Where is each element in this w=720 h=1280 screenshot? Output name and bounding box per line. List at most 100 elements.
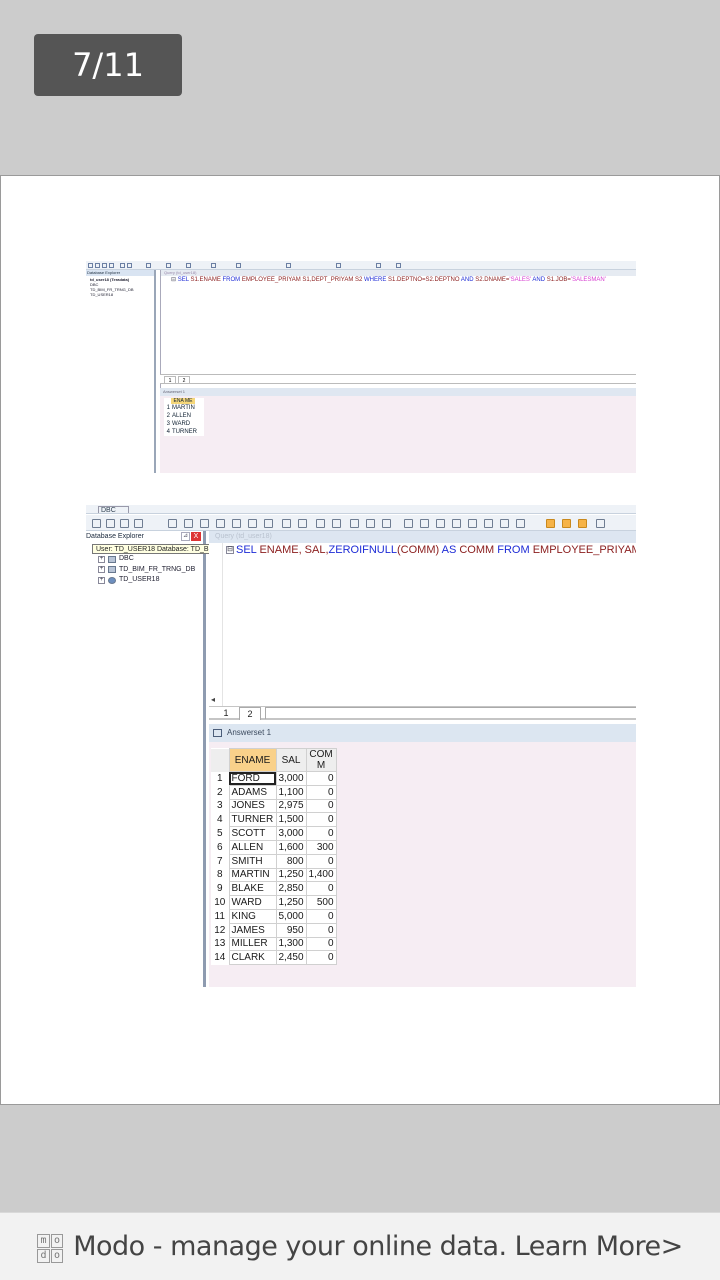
toolbar-icon[interactable]	[134, 519, 143, 528]
result-grid[interactable]: ENA ME 1 MARTIN 2 ALLEN 3 WARD 4 TURNER	[164, 398, 204, 436]
toolbar-icon[interactable]	[200, 519, 209, 528]
cell-ename[interactable]: CLARK	[228, 950, 277, 966]
expand-icon[interactable]: +	[98, 555, 105, 563]
tree-item[interactable]: TD_USER18	[88, 292, 154, 297]
cell-comm[interactable]: 0	[305, 784, 337, 800]
cell-comm[interactable]: 500	[305, 895, 337, 910]
toolbar-icon[interactable]	[168, 519, 177, 528]
toolbar-icon[interactable]	[436, 519, 445, 528]
cell-comm[interactable]: 0	[305, 922, 337, 938]
sql-editor[interactable]: SEL ENAME, SAL,ZEROIFNULL(COMM) AS COMM …	[236, 544, 636, 557]
cell-sal[interactable]: 1,300	[275, 936, 307, 952]
table-row[interactable]: 3 WARD	[164, 420, 204, 428]
table-row[interactable]: 1 MARTIN	[164, 404, 204, 412]
cell-ename[interactable]: MILLER	[228, 936, 277, 952]
query-window[interactable]: Query (td_user18) ⊟ SEL S1.ENAME FROM EM…	[160, 270, 636, 390]
cell-sal[interactable]: 800	[275, 853, 307, 869]
dsn-select[interactable]: DBC	[98, 506, 129, 513]
table-row[interactable]: 4 TURNER 1,500 0	[211, 812, 337, 828]
cell-ename[interactable]: KING	[228, 908, 277, 924]
cell-comm[interactable]: 0	[305, 853, 337, 869]
row-number[interactable]: 12	[211, 923, 229, 937]
table-row[interactable]: 1 FORD 3,000 0	[211, 771, 337, 786]
expand-icon[interactable]: +	[98, 566, 105, 574]
cell-sal[interactable]: 1,100	[275, 784, 307, 800]
column-header-ename[interactable]: ENAME	[228, 748, 277, 772]
toolbar-icon[interactable]	[404, 519, 413, 528]
cell-comm[interactable]: 300	[305, 839, 337, 855]
cell-sal[interactable]: 3,000	[275, 771, 307, 786]
row-number[interactable]: 5	[211, 827, 229, 841]
corner-cell[interactable]	[211, 748, 229, 772]
toolbar-icon[interactable]	[248, 519, 257, 528]
cell-sal[interactable]: 950	[275, 922, 307, 938]
results-window-icon[interactable]	[562, 519, 571, 528]
cell-sal[interactable]: 2,450	[275, 950, 307, 966]
table-row[interactable]: 10 WARD 1,250 500	[211, 895, 337, 910]
toolbar-icon[interactable]	[382, 519, 391, 528]
sql-editor[interactable]: ⊟ SEL S1.ENAME FROM EMPLOYEE_PRIYAM S1,D…	[161, 276, 636, 285]
toolbar-icon[interactable]	[332, 519, 341, 528]
row-number[interactable]: 4	[211, 813, 229, 827]
table-row[interactable]: 5 SCOTT 3,000 0	[211, 826, 337, 841]
cell-ename[interactable]: WARD	[228, 895, 277, 910]
table-row[interactable]: 9 BLAKE 2,850 0	[211, 881, 337, 897]
collapse-icon[interactable]: ⊟	[171, 277, 176, 283]
toolbar-icon[interactable]	[184, 519, 193, 528]
results-window-icon[interactable]	[546, 519, 555, 528]
cell-ename[interactable]: ALLEN	[228, 839, 277, 855]
row-number[interactable]: 13	[211, 937, 229, 951]
toolbar-icon[interactable]	[232, 519, 241, 528]
cell-ename[interactable]: ADAMS	[228, 784, 277, 800]
scroll-left-icon[interactable]: ◂	[211, 695, 215, 704]
cell-comm[interactable]: 0	[305, 881, 337, 897]
table-row[interactable]: 2 ADAMS 1,100 0	[211, 784, 337, 800]
result-grid[interactable]: ENAME SAL COM M 1 FORD 3,000 0 2 ADAMS 1,100 0 3…	[211, 748, 337, 966]
cell-comm[interactable]: 0	[305, 908, 337, 924]
table-row[interactable]: 14 CLARK 2,450 0	[211, 950, 337, 966]
cell-sal[interactable]: 1,250	[275, 895, 307, 910]
cell-ename[interactable]: SMITH	[228, 853, 277, 869]
cell-comm[interactable]: 1,400	[305, 867, 337, 883]
toolbar-icon[interactable]	[298, 519, 307, 528]
query-window[interactable]: Query (td_user18) ⊟ SEL ENAME, SAL,ZEROI…	[209, 531, 636, 706]
toolbar-icon[interactable]	[452, 519, 461, 528]
cell-sal[interactable]: 1,600	[275, 839, 307, 855]
toolbar-icon[interactable]	[92, 519, 101, 528]
tree-item-trng-db[interactable]: + TD_BIM_FR_TRNG_DB	[98, 565, 195, 576]
toolbar-icon[interactable]	[120, 519, 129, 528]
toolbar-icon[interactable]	[106, 519, 115, 528]
column-header-comm[interactable]: COM M	[305, 748, 337, 772]
toolbar-icon[interactable]	[468, 519, 477, 528]
cell-ename[interactable]: JAMES	[228, 922, 277, 938]
toolbar-icon[interactable]	[366, 519, 375, 528]
cell-sal[interactable]: 2,975	[275, 798, 307, 814]
toolbar-icon[interactable]	[516, 519, 525, 528]
cell-ename[interactable]: JONES	[228, 798, 277, 814]
cell-comm[interactable]: 0	[305, 936, 337, 952]
pin-icon[interactable]: ⊿	[181, 532, 190, 541]
cell-ename[interactable]: FORD	[228, 771, 277, 786]
row-number[interactable]: 11	[211, 909, 229, 923]
row-number[interactable]: 9	[211, 882, 229, 896]
cell-comm[interactable]: 0	[305, 812, 337, 828]
row-number[interactable]: 2	[211, 785, 229, 799]
toolbar-icon[interactable]	[484, 519, 493, 528]
table-row[interactable]: 2 ALLEN	[164, 412, 204, 420]
table-row[interactable]: 6 ALLEN 1,600 300	[211, 839, 337, 855]
toolbar-icon[interactable]	[596, 519, 605, 528]
toolbar-icon[interactable]	[316, 519, 325, 528]
toolbar-icon[interactable]	[216, 519, 225, 528]
tab-1[interactable]: 1	[215, 707, 237, 720]
cell-comm[interactable]: 0	[305, 950, 337, 966]
cell-sal[interactable]: 1,250	[275, 867, 307, 883]
table-row[interactable]: 13 MILLER 1,300 0	[211, 936, 337, 952]
table-row[interactable]: 7 SMITH 800 0	[211, 853, 337, 869]
row-number[interactable]: 7	[211, 854, 229, 868]
row-number[interactable]: 14	[211, 951, 229, 965]
toolbar-icon[interactable]	[282, 519, 291, 528]
toolbar-icon[interactable]	[420, 519, 429, 528]
toolbar-icon[interactable]	[500, 519, 509, 528]
row-number[interactable]: 1	[211, 772, 229, 786]
tab-1[interactable]: 1	[164, 376, 176, 384]
